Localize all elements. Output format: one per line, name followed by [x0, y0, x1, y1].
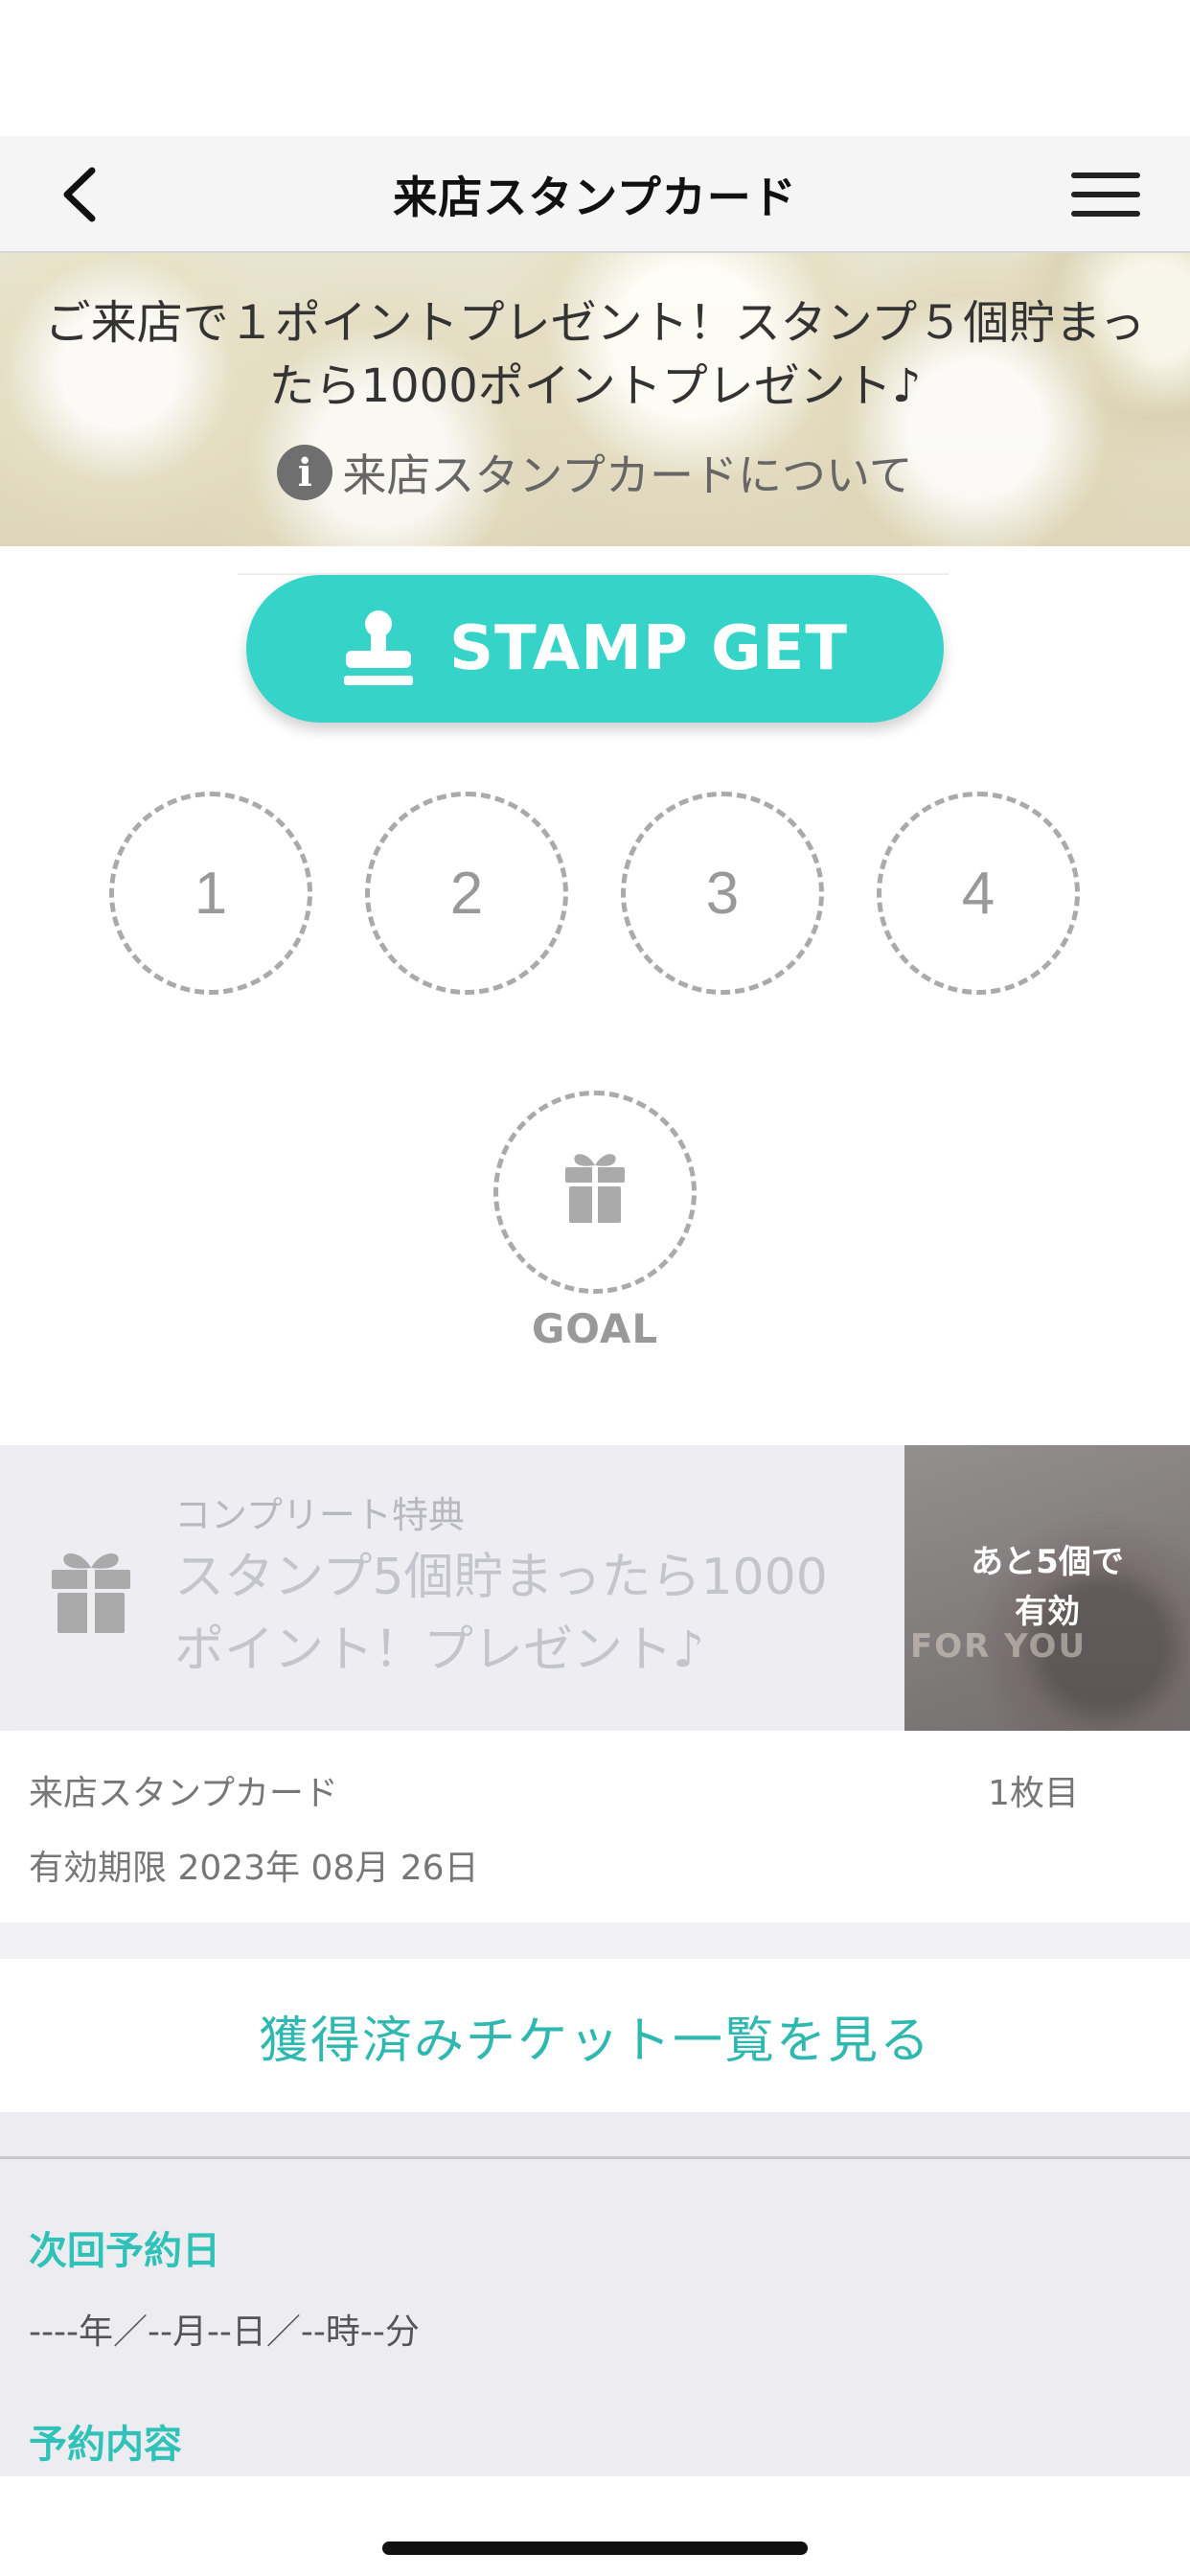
- stamp-card-info-link[interactable]: i 来店スタンプカードについて: [0, 441, 1190, 504]
- card-count: 1枚目: [988, 1774, 1079, 1813]
- stamp-slot-1: 1: [109, 792, 312, 995]
- info-link-label: 来店スタンプカードについて: [342, 449, 913, 501]
- stamp-slot-3: 3: [621, 792, 824, 995]
- card-info: 来店スタンプカード 1枚目 有効期限 2023年 08月 26日: [0, 1731, 1190, 1922]
- home-indicator-area: [0, 2476, 1190, 2576]
- gift-icon: [50, 1543, 132, 1635]
- status-bar: [0, 0, 1190, 136]
- view-tickets-link[interactable]: 獲得済みチケット一覧を見る: [0, 1959, 1190, 2112]
- nav-bar: 来店スタンプカード: [0, 136, 1190, 253]
- stamp-slot-number: 1: [194, 860, 228, 927]
- stamp-get-button[interactable]: STAMP GET: [246, 575, 944, 723]
- complete-reward-panel[interactable]: コンプリート特典 スタンプ5個貯まったら1000ポイント！プレゼント♪ FOR …: [0, 1445, 1190, 1731]
- next-reservation-value: ----年／--月--日／--時--分: [29, 2312, 420, 2352]
- next-reservation-label: 次回予約日: [29, 2229, 220, 2273]
- card-name: 来店スタンプカード: [29, 1774, 338, 1813]
- goal-slot: [493, 1091, 697, 1294]
- stamp-slot-number: 3: [705, 860, 740, 927]
- remaining-line-1: あと5個で: [971, 1543, 1124, 1581]
- divider: [0, 2156, 1190, 2159]
- remaining-stamps-text: あと5個で 有効: [904, 1537, 1190, 1637]
- reward-description: スタンプ5個貯まったら1000ポイント！プレゼント♪: [174, 1549, 828, 1679]
- campaign-banner: ご来店で１ポイントプレゼント！スタンプ５個貯まったら1000ポイントプレゼント♪…: [0, 253, 1190, 546]
- stamp-slot-2: 2: [365, 792, 568, 995]
- section-spacer: [0, 1922, 1190, 1959]
- stamp-icon: [342, 609, 415, 689]
- card-expiry: 有効期限 2023年 08月 26日: [29, 1849, 479, 1888]
- banner-message: ご来店で１ポイントプレゼント！スタンプ５個貯まったら1000ポイントプレゼント♪: [44, 296, 1146, 413]
- gift-icon: [563, 1146, 627, 1239]
- remaining-line-2: 有効: [1015, 1593, 1080, 1631]
- goal-label: GOAL: [531, 1305, 659, 1352]
- stamp-slot-number: 4: [961, 860, 995, 927]
- info-icon: i: [277, 445, 333, 500]
- home-indicator[interactable]: [382, 2542, 808, 2555]
- page-title: 来店スタンプカード: [393, 172, 797, 223]
- reservation-section: 次回予約日 ----年／--月--日／--時--分 予約内容: [0, 2112, 1190, 2476]
- reward-thumbnail: FOR YOU あと5個で 有効: [904, 1445, 1190, 1731]
- stamp-slot-number: 2: [449, 860, 484, 927]
- stamp-get-label: STAMP GET: [448, 613, 849, 684]
- hamburger-menu-icon[interactable]: [1071, 163, 1140, 226]
- reservation-detail-label: 予約内容: [29, 2423, 182, 2467]
- reward-caption: コンプリート特典: [174, 1494, 465, 1536]
- stamp-slot-4: 4: [877, 792, 1080, 995]
